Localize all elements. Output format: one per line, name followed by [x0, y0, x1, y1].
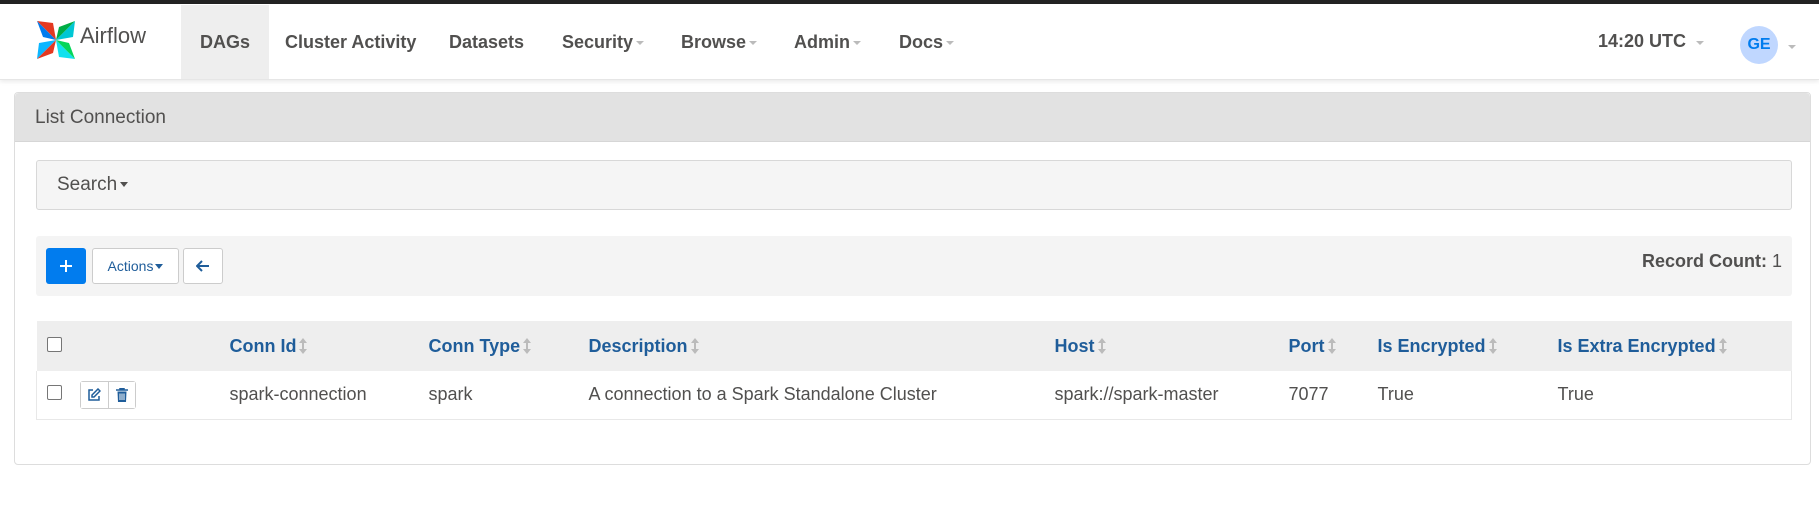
chevron-down-icon: [946, 41, 955, 45]
edit-icon: [88, 387, 101, 401]
caret-down-icon: [155, 263, 164, 269]
sort-icon: [1718, 337, 1727, 354]
nav-datasets-label: Datasets: [449, 31, 525, 52]
column-header[interactable]: Conn Type: [429, 321, 589, 371]
caret-down-icon: [120, 182, 129, 187]
cell-conn-type: spark: [428, 384, 473, 405]
nav-cluster-activity-label: Cluster Activity: [285, 31, 417, 52]
column-header[interactable]: Is Encrypted: [1378, 321, 1558, 371]
nav-admin[interactable]: Admin: [775, 5, 880, 79]
table-row: spark-connection spark A connection to a…: [36, 371, 1792, 419]
nav-security-label: Security: [562, 31, 634, 52]
table-header-row: Conn Id Conn Type Description Host Port …: [36, 321, 1792, 371]
row-checkbox[interactable]: [47, 385, 62, 401]
column-header[interactable]: Conn Id: [230, 321, 429, 371]
select-all-checkbox[interactable]: [46, 336, 62, 352]
actions-label: Actions: [107, 258, 154, 274]
nav-cluster-activity[interactable]: Cluster Activity: [266, 5, 435, 79]
timezone-clock[interactable]: 14:20 UTC: [1598, 31, 1705, 52]
nav-browse-label: Browse: [681, 31, 747, 52]
page-title: List Connection: [15, 93, 1810, 142]
chevron-down-icon[interactable]: [1788, 45, 1796, 49]
back-button[interactable]: [183, 248, 223, 284]
cell-description: A connection to a Spark Standalone Clust…: [588, 384, 937, 405]
list-toolbar: Actions Record Count: 1: [36, 236, 1792, 296]
cell-port: 7077: [1288, 384, 1329, 405]
list-connection-panel: List Connection Search Actions Record Co…: [14, 92, 1811, 465]
chevron-down-icon: [1696, 40, 1705, 45]
record-count-value: 1: [1771, 251, 1782, 271]
chevron-down-icon: [853, 41, 861, 45]
row-actions: [79, 380, 136, 409]
arrow-left-icon: [196, 260, 209, 272]
delete-button[interactable]: [107, 381, 135, 408]
record-count-label: Record Count:: [1641, 251, 1767, 271]
airflow-logo-icon: [37, 21, 75, 59]
chevron-down-icon: [749, 41, 758, 45]
record-count: Record Count: 1: [1642, 251, 1782, 272]
column-header[interactable]: Port: [1289, 321, 1378, 371]
cell-host: spark://spark-master: [1054, 384, 1219, 405]
search-toggle[interactable]: Search: [36, 160, 1792, 210]
cell-is-encrypted: True: [1377, 384, 1414, 405]
chevron-down-icon: [636, 41, 645, 45]
nav-security[interactable]: Security: [543, 5, 663, 79]
sort-icon: [1097, 337, 1106, 354]
edit-button[interactable]: [80, 381, 108, 408]
connections-table: Conn Id Conn Type Description Host Port …: [36, 321, 1792, 420]
trash-icon: [115, 387, 128, 402]
user-avatar[interactable]: GE: [1740, 26, 1778, 64]
add-connection-button[interactable]: [46, 248, 86, 284]
brand-name: Airflow: [80, 23, 147, 48]
column-header[interactable]: Is Extra Encrypted: [1558, 321, 1792, 371]
sort-icon: [690, 337, 699, 354]
nav-admin-label: Admin: [794, 31, 850, 52]
search-label: Search: [57, 174, 118, 195]
cell-conn-id: spark-connection: [229, 384, 367, 405]
nav-browse[interactable]: Browse: [662, 5, 776, 79]
plus-icon: [60, 260, 72, 272]
brand-link[interactable]: Airflow: [33, 17, 146, 63]
column-header[interactable]: Host: [1055, 321, 1289, 371]
sort-icon: [299, 337, 308, 354]
column-header[interactable]: Description: [589, 321, 1055, 371]
cell-is-extra-encrypted: True: [1557, 384, 1594, 405]
sort-icon: [1488, 337, 1497, 354]
nav-datasets[interactable]: Datasets: [430, 5, 543, 79]
clock-text: 14:20 UTC: [1598, 31, 1687, 51]
nav-dags[interactable]: DAGs: [181, 5, 270, 79]
sort-icon: [523, 337, 532, 354]
sort-icon: [1327, 337, 1336, 354]
nav-dags-label: DAGs: [200, 31, 251, 52]
navbar: Airflow DAGs Cluster Activity Datasets S…: [0, 4, 1819, 80]
nav-docs-label: Docs: [899, 31, 944, 52]
actions-dropdown-button[interactable]: Actions: [92, 248, 179, 284]
user-initials: GE: [1747, 36, 1771, 53]
nav-docs[interactable]: Docs: [880, 5, 973, 79]
